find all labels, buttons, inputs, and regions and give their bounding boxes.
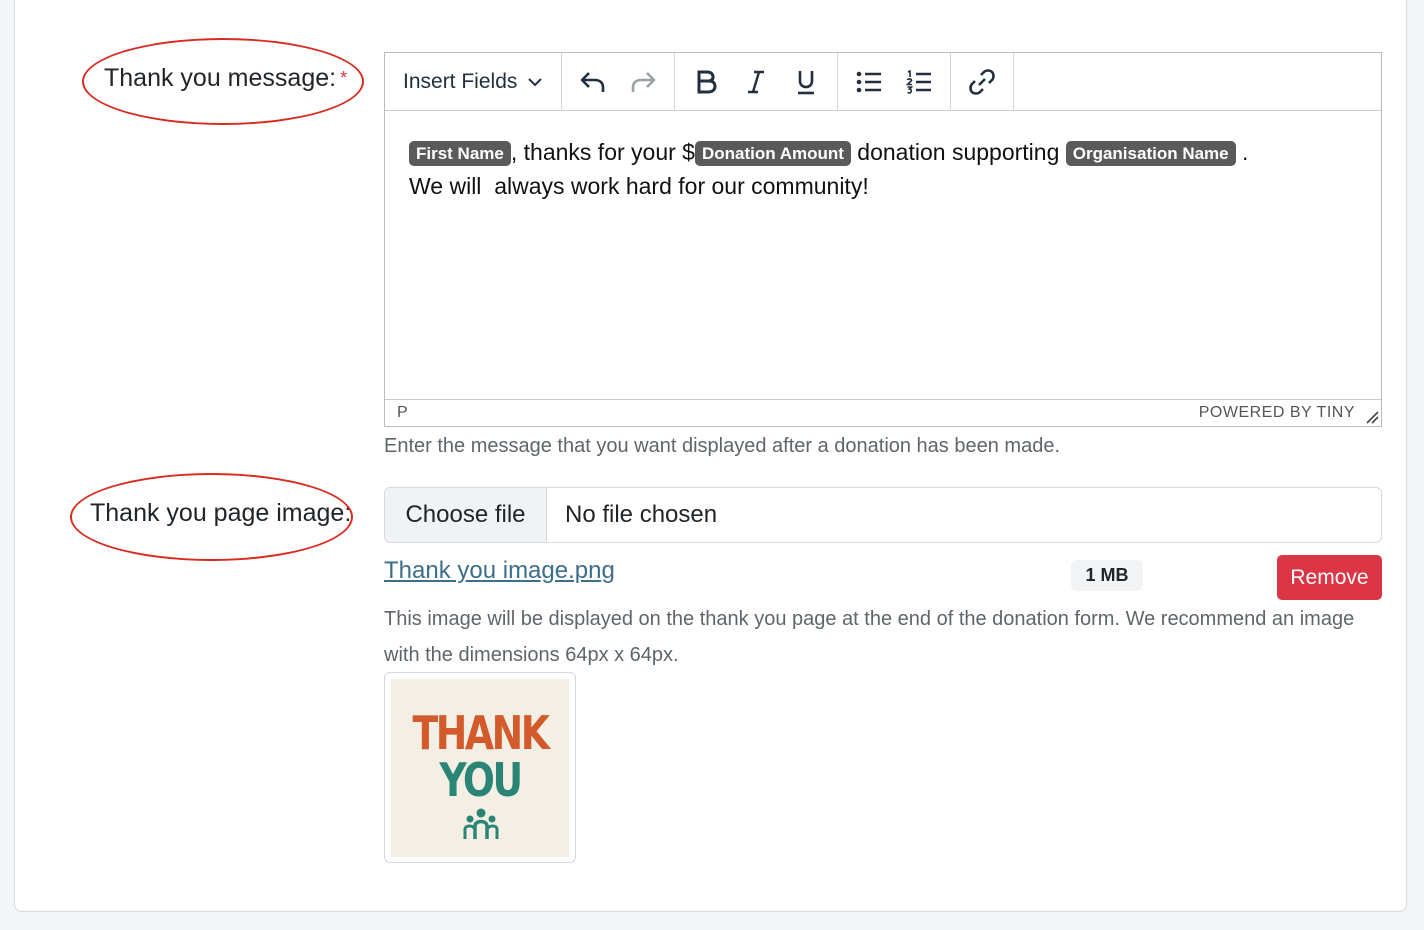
rich-text-editor: Insert Fields First Name , thanks for yo…	[384, 52, 1382, 427]
file-size-badge: 1 MB	[1071, 560, 1143, 591]
undo-button[interactable]	[568, 60, 618, 104]
element-path[interactable]: P	[397, 404, 408, 422]
merge-field-tag: Donation Amount	[694, 141, 851, 166]
bold-button[interactable]	[681, 60, 731, 104]
bullet-list-icon	[857, 71, 882, 92]
message-line-1: First Name, thanks for your $ Donation Am…	[409, 135, 1357, 169]
chevron-down-icon	[528, 77, 543, 86]
message-text: donation supporting	[850, 139, 1066, 165]
image-thumbnail: THANK YOU	[384, 672, 576, 863]
insert-fields-label: Insert Fields	[403, 69, 518, 93]
resize-handle-icon[interactable]	[1365, 410, 1379, 424]
insert-fields-dropdown[interactable]: Insert Fields	[391, 70, 555, 94]
merge-field-tag: First Name	[409, 141, 511, 166]
underline-button[interactable]	[781, 60, 831, 104]
editor-content-area[interactable]: First Name, thanks for your $ Donation Am…	[385, 111, 1381, 399]
message-line-2: We will always work hard for our communi…	[409, 173, 869, 199]
italic-icon	[748, 70, 765, 93]
italic-button[interactable]	[731, 60, 781, 104]
redo-button[interactable]	[618, 60, 668, 104]
thumbnail-line-2: YOU	[439, 753, 523, 807]
bold-icon	[697, 70, 717, 93]
uploaded-file-link[interactable]: Thank you image.png	[384, 557, 615, 585]
choose-file-button[interactable]: Choose file	[385, 488, 547, 542]
thumbnail-line-1: THANK	[412, 706, 550, 760]
editor-statusbar: P POWERED BY TINY	[385, 399, 1381, 426]
redo-icon	[632, 71, 656, 92]
link-button[interactable]	[957, 60, 1007, 104]
annotation-ellipse	[82, 38, 364, 125]
merge-field-tag: Organisation Name	[1065, 141, 1236, 166]
link-icon	[969, 68, 996, 95]
remove-button[interactable]: Remove	[1277, 555, 1382, 600]
message-text: .	[1235, 139, 1249, 165]
bullet-list-button[interactable]	[844, 60, 894, 104]
undo-icon	[581, 71, 605, 92]
editor-toolbar: Insert Fields	[385, 53, 1381, 111]
numbered-list-button[interactable]	[894, 60, 944, 104]
message-help-text: Enter the message that you want displaye…	[384, 435, 1060, 457]
powered-by-link[interactable]: POWERED BY TINY	[1199, 404, 1355, 422]
message-text: , thanks for your $	[510, 139, 695, 165]
thank-you-image: THANK YOU	[391, 679, 569, 857]
image-help-text: This image will be displayed on the than…	[384, 608, 1355, 666]
file-status: No file chosen	[565, 501, 718, 528]
people-icon	[463, 808, 499, 839]
underline-icon	[798, 70, 815, 94]
file-input[interactable]: Choose file No file chosen	[384, 487, 1382, 543]
numbered-list-icon	[906, 69, 932, 94]
annotation-ellipse	[70, 473, 353, 561]
